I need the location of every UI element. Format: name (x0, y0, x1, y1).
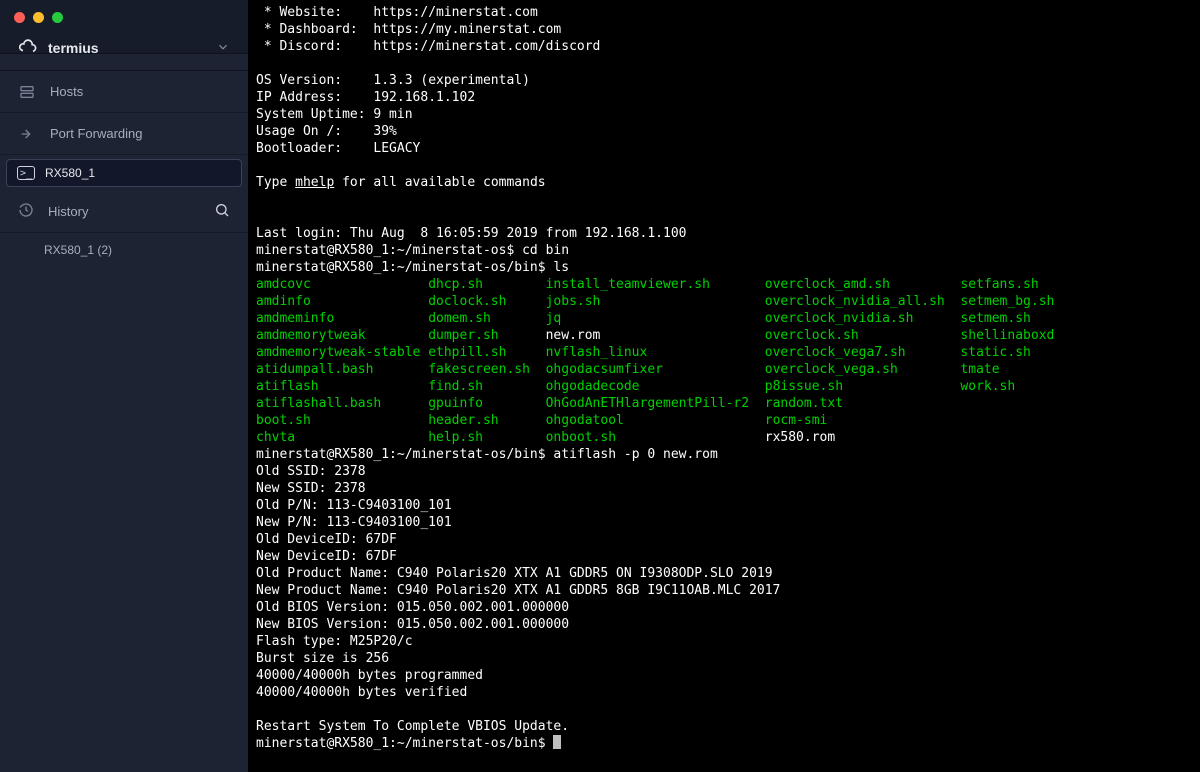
prompt-end: minerstat@RX580_1:~/minerstat-os/bin$ (256, 736, 553, 751)
close-window-button[interactable] (14, 12, 25, 23)
help-cmd: mhelp (295, 175, 334, 190)
ip-val: 192.168.1.102 (373, 90, 475, 105)
session-tab[interactable]: >_ RX580_1 (6, 159, 242, 187)
minimize-window-button[interactable] (33, 12, 44, 23)
brand-name: termius (48, 40, 206, 56)
bootloader-key: Bootloader: (256, 141, 342, 156)
terminal-icon: >_ (17, 166, 35, 180)
uptime-val: 9 min (373, 107, 412, 122)
help-post: for all available commands (334, 175, 545, 190)
os-version-val: 1.3.3 (experimental) (373, 73, 530, 88)
brand-menu[interactable]: termius (0, 38, 248, 71)
banner-website-key: * Website: (256, 5, 342, 20)
nav-hosts-label: Hosts (50, 84, 83, 99)
window-controls (14, 12, 63, 23)
prompt-2: minerstat@RX580_1:~/minerstat-os/bin$ (256, 260, 553, 275)
session-tab-label: RX580_1 (45, 166, 95, 180)
search-icon[interactable] (214, 202, 230, 221)
nav-port-forwarding[interactable]: Port Forwarding (0, 113, 248, 155)
usage-val: 39% (373, 124, 396, 139)
nav-port-forwarding-label: Port Forwarding (50, 126, 142, 141)
history-item[interactable]: RX580_1 (2) (0, 233, 248, 267)
nav-hosts[interactable]: Hosts (0, 71, 248, 113)
sidebar: termius Hosts Port Forwarding >_ RX580_1 (0, 0, 248, 772)
zoom-window-button[interactable] (52, 12, 63, 23)
usage-key: Usage On /: (256, 124, 342, 139)
terminal-output[interactable]: * Website: https://minerstat.com * Dashb… (248, 0, 1200, 772)
last-login: Last login: Thu Aug 8 16:05:59 2019 from… (256, 226, 686, 241)
os-version-key: OS Version: (256, 73, 342, 88)
uptime-key: System Uptime: (256, 107, 366, 122)
bootloader-val: LEGACY (373, 141, 420, 156)
help-pre: Type (256, 175, 295, 190)
banner-discord-key: * Discord: (256, 39, 342, 54)
brand-logo-icon (18, 38, 38, 58)
cmd-1: cd bin (522, 243, 569, 258)
ip-key: IP Address: (256, 90, 342, 105)
atiflash-output: Old SSID: 2378 New SSID: 2378 Old P/N: 1… (256, 464, 780, 734)
cmd-3: atiflash -p 0 new.rom (553, 447, 717, 462)
nav-history[interactable]: History (0, 191, 248, 233)
prompt-3: minerstat@RX580_1:~/minerstat-os/bin$ (256, 447, 553, 462)
ls-output: amdcovc dhcp.sh install_teamviewer.sh ov… (256, 277, 1070, 445)
history-icon (18, 202, 34, 221)
banner-discord-val: https://minerstat.com/discord (373, 39, 600, 54)
banner-website-val: https://minerstat.com (373, 5, 537, 20)
banner-dashboard-val: https://my.minerstat.com (373, 22, 561, 37)
prompt-1: minerstat@RX580_1:~/minerstat-os$ (256, 243, 522, 258)
port-forwarding-icon (18, 125, 36, 143)
banner-dashboard-key: * Dashboard: (256, 22, 358, 37)
chevron-down-icon (216, 40, 230, 57)
cmd-2: ls (553, 260, 569, 275)
nav-history-label: History (48, 204, 200, 219)
terminal-cursor (553, 735, 561, 749)
hosts-icon (18, 83, 36, 101)
